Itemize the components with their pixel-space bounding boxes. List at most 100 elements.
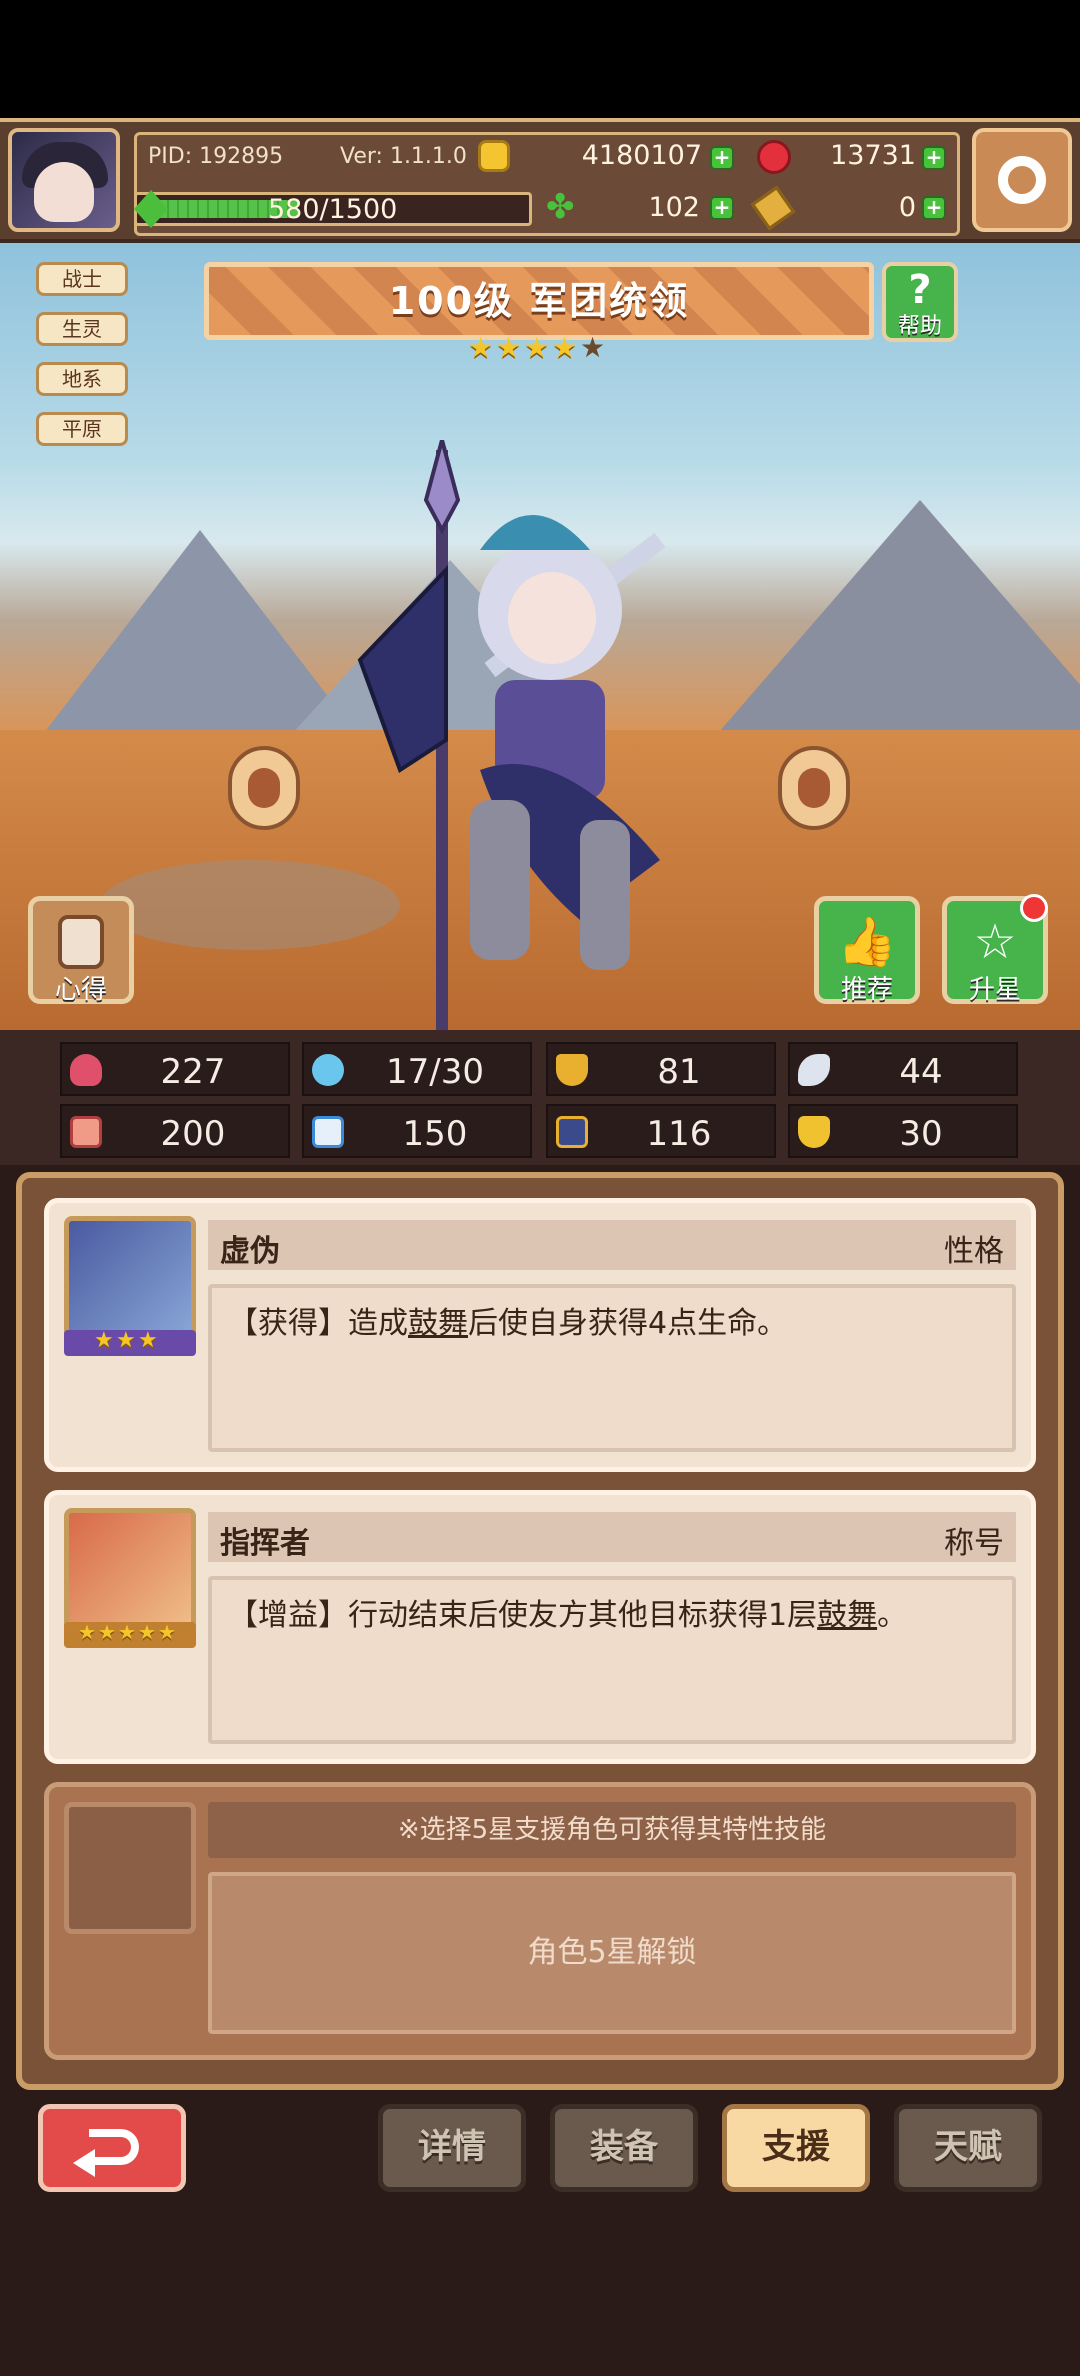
card-2-header [208, 1512, 1016, 1562]
card-2-name: 指挥者 [220, 1526, 310, 1561]
stat-magic-value: 150 [402, 1114, 468, 1154]
stat-luck: 30 [788, 1104, 1018, 1158]
star-outline-icon: ☆ [973, 914, 1017, 970]
card-2-description: 【增益】行动结束后使友方其他目标获得1层鼓舞。 [228, 1598, 908, 1633]
player-avatar[interactable] [8, 128, 120, 232]
keyword-link[interactable]: 鼓舞 [408, 1306, 468, 1341]
question-icon: ? [908, 267, 932, 313]
star-icon: ★ [158, 1620, 176, 1644]
empty-portrait-slot[interactable] [64, 1802, 196, 1934]
clover-icon: ✤ [546, 187, 575, 227]
clover-amount: 102 [648, 192, 700, 223]
help-label: 帮助 [897, 314, 942, 339]
card-1-header [208, 1220, 1016, 1270]
chevron-right-icon [798, 768, 830, 808]
horseshoe-icon [798, 1116, 830, 1148]
heart-icon [70, 1054, 102, 1086]
star-icon: ★ [524, 331, 550, 364]
tab-equipment[interactable]: 装备 [550, 2104, 698, 2192]
keyword-link[interactable]: 鼓舞 [817, 1598, 877, 1633]
tab-details[interactable]: 详情 [378, 2104, 526, 2192]
star-icon: ★ [138, 1328, 158, 1353]
recommend-label: 推荐 [840, 975, 893, 1005]
star-icon: ★ [98, 1620, 116, 1644]
tab-talent[interactable]: 天赋 [894, 2104, 1042, 2192]
star-icon: ★ [468, 331, 494, 364]
portrait-2-stars: ★ ★ ★ ★ ★ [78, 1622, 188, 1648]
gold-coin-icon [478, 140, 510, 172]
notification-dot [1020, 894, 1048, 922]
card-2-tag: 称号 [944, 1526, 1004, 1561]
fist-icon [70, 1116, 102, 1148]
hero-star-rating: ★ ★ ★ ★ ★ [468, 334, 612, 364]
upgrade-label: 升星 [968, 975, 1021, 1005]
recommend-button[interactable]: 👍 推荐 [814, 896, 920, 1005]
add-tickets-button[interactable]: + [922, 196, 946, 220]
tag-element: 地系 [36, 362, 128, 396]
settings-button[interactable] [972, 128, 1072, 232]
card-1-tag: 性格 [944, 1234, 1004, 1269]
return-arrow-icon [89, 2129, 139, 2165]
tag-terrain: 平原 [36, 412, 128, 446]
energy-value: 580/1500 [268, 194, 398, 225]
wing-icon [798, 1054, 830, 1086]
add-gems-button[interactable]: + [922, 146, 946, 170]
locked-hint: ※选择5星支援角色可获得其特性技能 [208, 1802, 1016, 1858]
stat-crit-value: 116 [646, 1114, 712, 1154]
game-version: Ver: 1.1.1.0 [340, 144, 467, 169]
help-button[interactable]: ? 帮助 [882, 262, 958, 342]
stat-hp: 227 [60, 1042, 290, 1096]
scroll-icon [58, 915, 104, 969]
insight-label: 心得 [54, 975, 107, 1005]
stat-attack-value: 200 [160, 1114, 226, 1154]
stat-attack: 200 [60, 1104, 290, 1158]
player-id: PID: 192895 [148, 144, 284, 169]
gold-amount: 4180107 [581, 140, 702, 171]
add-gold-button[interactable]: + [710, 146, 734, 170]
gear-icon [998, 156, 1046, 204]
ticket-amount: 0 [898, 192, 916, 223]
star-icon: ★ [138, 1620, 156, 1644]
stat-speed: 44 [788, 1042, 1018, 1096]
stat-crit: 116 [546, 1104, 776, 1158]
locked-message: 角色5星解锁 [208, 1872, 1016, 2034]
status-bar [0, 0, 1080, 118]
card-1-description: 【获得】造成鼓舞后使自身获得4点生命。 [228, 1306, 788, 1341]
add-clover-button[interactable]: + [710, 196, 734, 220]
flag-icon [556, 1116, 588, 1148]
water-drop-icon [312, 1054, 344, 1086]
shield-icon [556, 1054, 588, 1086]
stat-magic: 150 [302, 1104, 532, 1158]
star-icon: ★ [552, 331, 578, 364]
stat-defense: 81 [546, 1042, 776, 1096]
stat-defense-value: 81 [657, 1052, 701, 1092]
book-icon [312, 1116, 344, 1148]
tag-race: 生灵 [36, 312, 128, 346]
card-1-name: 虚伪 [220, 1234, 280, 1269]
stat-speed-value: 44 [899, 1052, 943, 1092]
tab-support[interactable]: 支援 [722, 2104, 870, 2192]
star-icon: ★ [496, 331, 522, 364]
stat-mana-value: 17/30 [386, 1052, 484, 1092]
star-icon: ★ [118, 1620, 136, 1644]
thumbs-up-icon: 👍 [837, 914, 897, 970]
star-icon: ★ [580, 331, 606, 364]
insight-button[interactable]: 心得 [28, 896, 134, 1005]
gem-amount: 13731 [830, 140, 916, 171]
back-button[interactable] [38, 2104, 186, 2192]
chevron-left-icon [248, 768, 280, 808]
prev-hero-button[interactable] [228, 746, 300, 830]
stat-mana: 17/30 [302, 1042, 532, 1096]
portrait-1-stars: ★ ★ ★ [94, 1330, 174, 1356]
star-icon: ★ [78, 1620, 96, 1644]
star-icon: ★ [116, 1328, 136, 1353]
stat-luck-value: 30 [899, 1114, 943, 1154]
ruby-gem-icon [757, 140, 791, 174]
arrow-head-icon [73, 2149, 95, 2177]
hero-character-sprite [330, 432, 750, 1030]
next-hero-button[interactable] [778, 746, 850, 830]
tag-class: 战士 [36, 262, 128, 296]
stat-hp-value: 227 [160, 1052, 226, 1092]
hero-title-banner: 100级 军团统领 [204, 262, 874, 340]
hero-title: 100级 军团统领 [388, 279, 690, 323]
